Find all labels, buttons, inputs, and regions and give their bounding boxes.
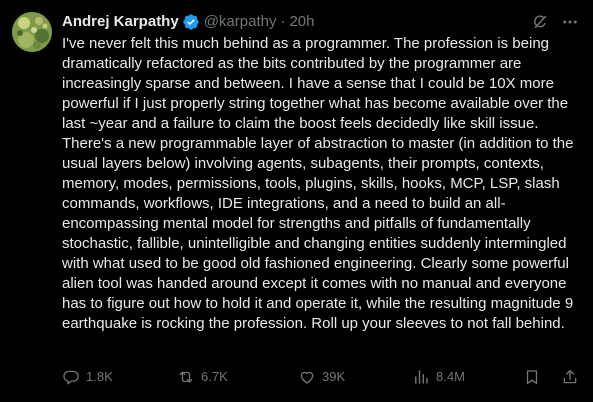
- views-button[interactable]: 8.4M: [412, 368, 465, 386]
- more-icon[interactable]: [561, 13, 579, 31]
- tweet-actions: 1.8K 6.7K 39K 8.4M: [62, 367, 579, 387]
- grok-icon[interactable]: [531, 13, 549, 31]
- repost-count: 6.7K: [201, 369, 228, 384]
- avatar[interactable]: [12, 12, 52, 52]
- reply-icon: [63, 370, 79, 385]
- repost-button[interactable]: 6.7K: [177, 368, 228, 386]
- tweet-timestamp[interactable]: 20h: [289, 12, 314, 32]
- tweet-content: Andrej Karpathy @karpathy · 20h I've nev…: [62, 12, 579, 402]
- tweet-text: I've never felt this much behind as a pr…: [62, 35, 574, 332]
- tweet-header: Andrej Karpathy @karpathy · 20h: [62, 12, 579, 32]
- like-button[interactable]: 39K: [298, 368, 345, 386]
- views-count: 8.4M: [436, 369, 465, 384]
- avatar-image: [12, 12, 52, 52]
- author-handle[interactable]: @karpathy: [204, 12, 277, 32]
- share-button[interactable]: [561, 368, 579, 386]
- bookmark-icon: [526, 370, 538, 385]
- tweet[interactable]: Andrej Karpathy @karpathy · 20h I've nev…: [0, 0, 593, 402]
- bookmark-button[interactable]: [523, 368, 541, 386]
- author-name[interactable]: Andrej Karpathy: [62, 12, 179, 32]
- verified-badge-icon: [182, 13, 200, 31]
- repost-icon: [179, 371, 193, 383]
- reply-count: 1.8K: [86, 369, 113, 384]
- separator-dot: ·: [280, 13, 286, 30]
- views-icon: [415, 370, 428, 384]
- like-count: 39K: [322, 369, 346, 384]
- share-icon: [563, 369, 577, 384]
- header-actions: [531, 13, 579, 31]
- reply-button[interactable]: 1.8K: [62, 368, 113, 386]
- like-icon: [300, 371, 314, 384]
